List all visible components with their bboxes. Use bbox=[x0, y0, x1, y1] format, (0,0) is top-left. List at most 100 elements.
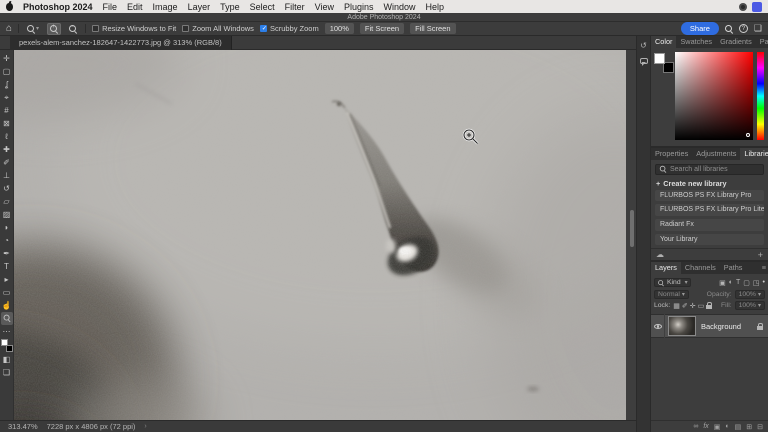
home-icon[interactable]: ⌂ bbox=[6, 23, 12, 34]
frame-tool[interactable]: ⊠ bbox=[1, 117, 13, 130]
foreground-background-swatches[interactable] bbox=[0, 339, 13, 352]
tab-channels[interactable]: Channels bbox=[681, 262, 720, 274]
layer-mask-icon[interactable]: ▣ bbox=[714, 423, 721, 431]
crop-tool[interactable]: # bbox=[1, 104, 13, 117]
type-filter-icon[interactable]: T bbox=[736, 279, 740, 287]
tab-adjustments[interactable]: Adjustments bbox=[692, 148, 740, 160]
library-item[interactable]: FLURBOS PS FX Library Pro Lite bbox=[655, 204, 764, 217]
adjustment-filter-icon[interactable]: ◐ bbox=[729, 279, 733, 287]
library-item[interactable]: Radiant Fx bbox=[655, 219, 764, 231]
opacity-dropdown[interactable]: 100% bbox=[734, 290, 765, 299]
pixel-filter-icon[interactable]: ▣ bbox=[719, 279, 726, 287]
library-item[interactable]: FLURBOS PS FX Library Pro bbox=[655, 189, 764, 202]
app-menu[interactable]: Photoshop 2024 bbox=[23, 2, 93, 12]
lock-transparency-icon[interactable]: ▦ bbox=[673, 302, 680, 310]
layer-thumbnail[interactable] bbox=[668, 316, 696, 336]
panel-menu-icon[interactable]: ≡ bbox=[762, 262, 768, 274]
tab-color[interactable]: Color bbox=[651, 36, 677, 48]
healing-brush-tool[interactable]: ✚ bbox=[1, 143, 13, 156]
apple-menu-icon[interactable] bbox=[6, 2, 13, 11]
tab-properties[interactable]: Properties bbox=[651, 148, 692, 160]
new-group-icon[interactable]: ▤ bbox=[735, 423, 742, 431]
shape-filter-icon[interactable]: ▢ bbox=[743, 279, 750, 287]
path-selection-tool[interactable]: ▸ bbox=[1, 273, 13, 286]
zoom-in-button[interactable]: + bbox=[47, 22, 62, 35]
menubar-status-icon[interactable] bbox=[739, 2, 747, 11]
lock-all-icon[interactable] bbox=[706, 302, 713, 309]
zoom-level-field[interactable]: 313.47% bbox=[8, 422, 38, 431]
menu-type[interactable]: Type bbox=[220, 2, 240, 12]
menubar-app-tile[interactable] bbox=[752, 1, 762, 12]
create-new-library-button[interactable]: + Create new library bbox=[651, 177, 768, 190]
object-selection-tool[interactable]: ⌖ bbox=[1, 91, 13, 104]
zoom-all-windows-checkbox[interactable] bbox=[182, 25, 190, 32]
share-button[interactable]: Share bbox=[680, 22, 719, 35]
canvas-image[interactable] bbox=[14, 50, 626, 420]
search-icon[interactable] bbox=[724, 24, 733, 33]
lock-position-icon[interactable]: ✛ bbox=[690, 302, 696, 310]
hue-slider[interactable] bbox=[757, 52, 764, 140]
type-tool[interactable]: T bbox=[1, 260, 13, 273]
brush-tool[interactable]: ✐ bbox=[1, 156, 13, 169]
tab-layers[interactable]: Layers bbox=[651, 262, 681, 274]
lock-pixels-icon[interactable]: ✐ bbox=[682, 302, 688, 310]
history-brush-tool[interactable]: ↺ bbox=[1, 182, 13, 195]
link-layers-icon[interactable]: ∞ bbox=[693, 423, 698, 430]
history-icon[interactable]: ↺ bbox=[640, 41, 647, 50]
screen-mode-button[interactable]: ❏ bbox=[1, 366, 13, 379]
pen-tool[interactable]: ✒ bbox=[1, 247, 13, 260]
cloud-sync-icon[interactable]: ☁ bbox=[656, 250, 664, 259]
lock-artboard-icon[interactable]: ▭ bbox=[698, 302, 705, 310]
document-tab[interactable]: pexels-alem-sanchez-182647-1422773.jpg @… bbox=[10, 36, 232, 50]
tab-gradients[interactable]: Gradients bbox=[716, 36, 756, 48]
menu-help[interactable]: Help bbox=[426, 2, 445, 12]
rectangular-marquee-tool[interactable]: ▢ bbox=[1, 65, 13, 78]
tab-swatches[interactable]: Swatches bbox=[676, 36, 716, 48]
lasso-tool[interactable]: ʆ bbox=[1, 78, 13, 91]
fit-screen-button[interactable]: Fit Screen bbox=[359, 23, 405, 34]
zoom-100-button[interactable]: 100% bbox=[324, 23, 354, 34]
filter-toggle-icon[interactable]: • bbox=[763, 279, 765, 286]
zoom-tool[interactable] bbox=[0, 312, 13, 325]
gradient-tool[interactable]: ▨ bbox=[1, 208, 13, 221]
layer-row-background[interactable]: Background bbox=[651, 314, 768, 338]
comments-icon[interactable] bbox=[639, 58, 648, 66]
resize-windows-checkbox[interactable] bbox=[92, 25, 100, 32]
scrubby-zoom-checkbox[interactable] bbox=[259, 25, 268, 32]
layer-filter-kind-dropdown[interactable]: Kind bbox=[654, 278, 691, 287]
blur-tool[interactable]: ◗ bbox=[1, 221, 13, 234]
zoom-out-button[interactable]: − bbox=[67, 24, 79, 34]
zoom-tool-preset[interactable]: ▾ bbox=[25, 24, 41, 34]
adjustment-layer-icon[interactable]: ◐ bbox=[725, 423, 729, 430]
hand-tool[interactable]: ☝ bbox=[1, 299, 13, 312]
move-tool[interactable]: ✛ bbox=[1, 52, 13, 65]
blend-mode-dropdown[interactable]: Normal bbox=[654, 290, 689, 299]
menu-file[interactable]: File bbox=[103, 2, 118, 12]
quick-mask-button[interactable]: ◧ bbox=[1, 353, 13, 366]
help-icon[interactable]: ? bbox=[738, 24, 748, 33]
layer-style-icon[interactable]: fx bbox=[703, 423, 708, 430]
tab-paths[interactable]: Paths bbox=[720, 262, 747, 274]
menu-image[interactable]: Image bbox=[153, 2, 178, 12]
visibility-cell[interactable] bbox=[651, 314, 665, 338]
delete-layer-icon[interactable]: ⊟ bbox=[757, 423, 763, 431]
canvas-area[interactable] bbox=[14, 50, 636, 420]
status-chevron-icon[interactable]: › bbox=[144, 423, 146, 430]
panel-color-swatches[interactable] bbox=[654, 53, 674, 73]
smart-object-filter-icon[interactable]: ◳ bbox=[753, 279, 760, 287]
edit-toolbar-button[interactable]: ⋯ bbox=[1, 325, 13, 338]
library-item[interactable]: Your Library bbox=[655, 233, 764, 246]
menu-window[interactable]: Window bbox=[384, 2, 416, 12]
menu-filter[interactable]: Filter bbox=[285, 2, 305, 12]
vertical-scrollbar[interactable] bbox=[630, 210, 634, 247]
menu-plugins[interactable]: Plugins bbox=[344, 2, 374, 12]
menu-layer[interactable]: Layer bbox=[188, 2, 211, 12]
saturation-brightness-field[interactable] bbox=[675, 52, 753, 140]
workspace-icon[interactable]: ❏ bbox=[754, 23, 762, 34]
eraser-tool[interactable]: ▱ bbox=[1, 195, 13, 208]
menu-select[interactable]: Select bbox=[250, 2, 275, 12]
new-layer-icon[interactable]: ⊞ bbox=[746, 423, 752, 431]
menu-edit[interactable]: Edit bbox=[127, 2, 143, 12]
library-search-input[interactable]: Search all libraries bbox=[655, 164, 764, 175]
menu-view[interactable]: View bbox=[315, 2, 334, 12]
